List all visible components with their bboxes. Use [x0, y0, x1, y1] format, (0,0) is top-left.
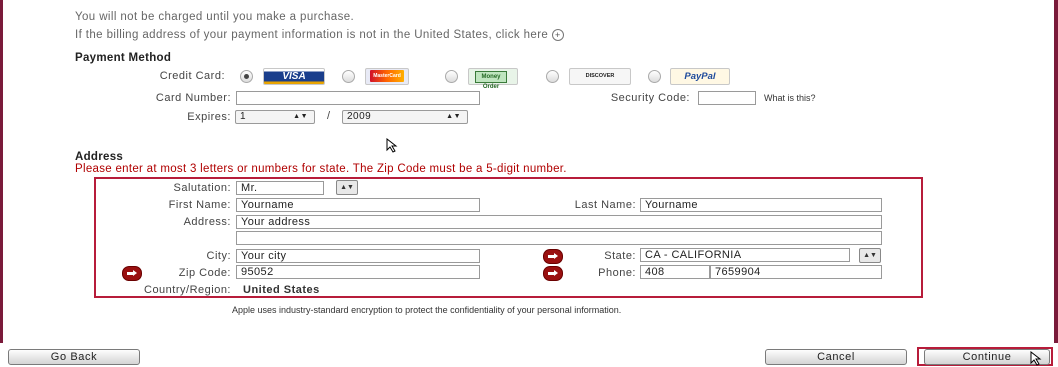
error-arrow-icon	[543, 249, 563, 264]
address-line1-input[interactable]: Your address	[236, 215, 882, 229]
country-region-value: United States	[243, 284, 320, 296]
phone-label: Phone:	[598, 267, 636, 279]
city-input[interactable]: Your city	[236, 249, 480, 263]
first-name-label: First Name:	[168, 199, 231, 211]
expires-month-value: 1	[240, 111, 247, 122]
city-label: City:	[206, 250, 231, 262]
state-select[interactable]: CA - CALIFORNIA	[640, 248, 850, 262]
error-arrow-icon	[122, 266, 142, 281]
zip-code-input[interactable]: 95052	[236, 265, 480, 279]
mastercard-logo-mark: MasterCard	[370, 70, 404, 82]
card-number-input[interactable]	[236, 91, 480, 105]
chevron-updown-icon: ▲▼	[293, 113, 308, 120]
salutation-select[interactable]: Mr.	[236, 181, 324, 195]
chevron-updown-icon: ▲▼	[446, 113, 461, 120]
visa-card-logo: VISA	[263, 68, 325, 85]
encryption-note: Apple uses industry-standard encryption …	[232, 305, 622, 315]
radio-paypal[interactable]	[648, 70, 661, 83]
window-frame-right	[1054, 0, 1058, 343]
billing-notice: If the billing address of your payment i…	[75, 29, 564, 41]
last-name-label: Last Name:	[574, 199, 636, 211]
phone-number-input[interactable]: 7659904	[710, 265, 882, 279]
credit-card-label: Credit Card:	[159, 70, 225, 82]
payment-method-heading: Payment Method	[75, 52, 172, 64]
security-code-input[interactable]	[698, 91, 756, 105]
expires-separator: /	[327, 110, 331, 122]
zip-code-label: Zip Code:	[178, 267, 231, 279]
what-is-this-link[interactable]: What is this?	[764, 93, 816, 103]
expires-year-select[interactable]: 2009 ▲▼	[342, 110, 468, 124]
state-stepper[interactable]: ▲▼	[859, 248, 881, 263]
radio-money-order[interactable]	[445, 70, 458, 83]
radio-mastercard[interactable]	[342, 70, 355, 83]
salutation-stepper[interactable]: ▲▼	[336, 180, 358, 195]
address-error-message: Please enter at most 3 letters or number…	[75, 163, 567, 175]
paypal-logo: PayPal	[670, 68, 730, 85]
phone-area-input[interactable]: 408	[640, 265, 710, 279]
first-name-input[interactable]: Yourname	[236, 198, 480, 212]
circle-plus-icon[interactable]: +	[551, 29, 564, 41]
expires-label: Expires:	[187, 111, 231, 123]
card-number-label: Card Number:	[155, 92, 231, 104]
discover-card-logo: DISCOVER	[569, 68, 631, 85]
address-label: Address:	[183, 216, 231, 228]
address-line2-input[interactable]	[236, 231, 882, 245]
security-code-label: Security Code:	[610, 92, 690, 104]
address-heading: Address	[75, 151, 124, 163]
mouse-pointer-icon	[1030, 351, 1042, 366]
last-name-input[interactable]: Yourname	[640, 198, 882, 212]
salutation-label: Salutation:	[173, 182, 231, 194]
mastercard-logo: MasterCard	[365, 68, 409, 85]
radio-visa[interactable]	[240, 70, 253, 83]
charge-notice: You will not be charged until you make a…	[75, 11, 355, 23]
window-frame-left	[0, 0, 3, 343]
mouse-pointer-icon	[386, 138, 398, 153]
cancel-button[interactable]: Cancel	[765, 349, 907, 365]
country-region-label: Country/Region:	[144, 284, 231, 296]
billing-notice-text: If the billing address of your payment i…	[75, 29, 549, 41]
money-order-logo: Money Order	[468, 68, 518, 90]
state-label: State:	[604, 250, 636, 262]
radio-discover[interactable]	[546, 70, 559, 83]
money-order-logo-mark: Money Order	[475, 71, 507, 90]
expires-month-select[interactable]: 1 ▲▼	[235, 110, 315, 124]
expires-year-value: 2009	[347, 111, 372, 122]
go-back-button[interactable]: Go Back	[8, 349, 140, 365]
error-arrow-icon	[543, 266, 563, 281]
